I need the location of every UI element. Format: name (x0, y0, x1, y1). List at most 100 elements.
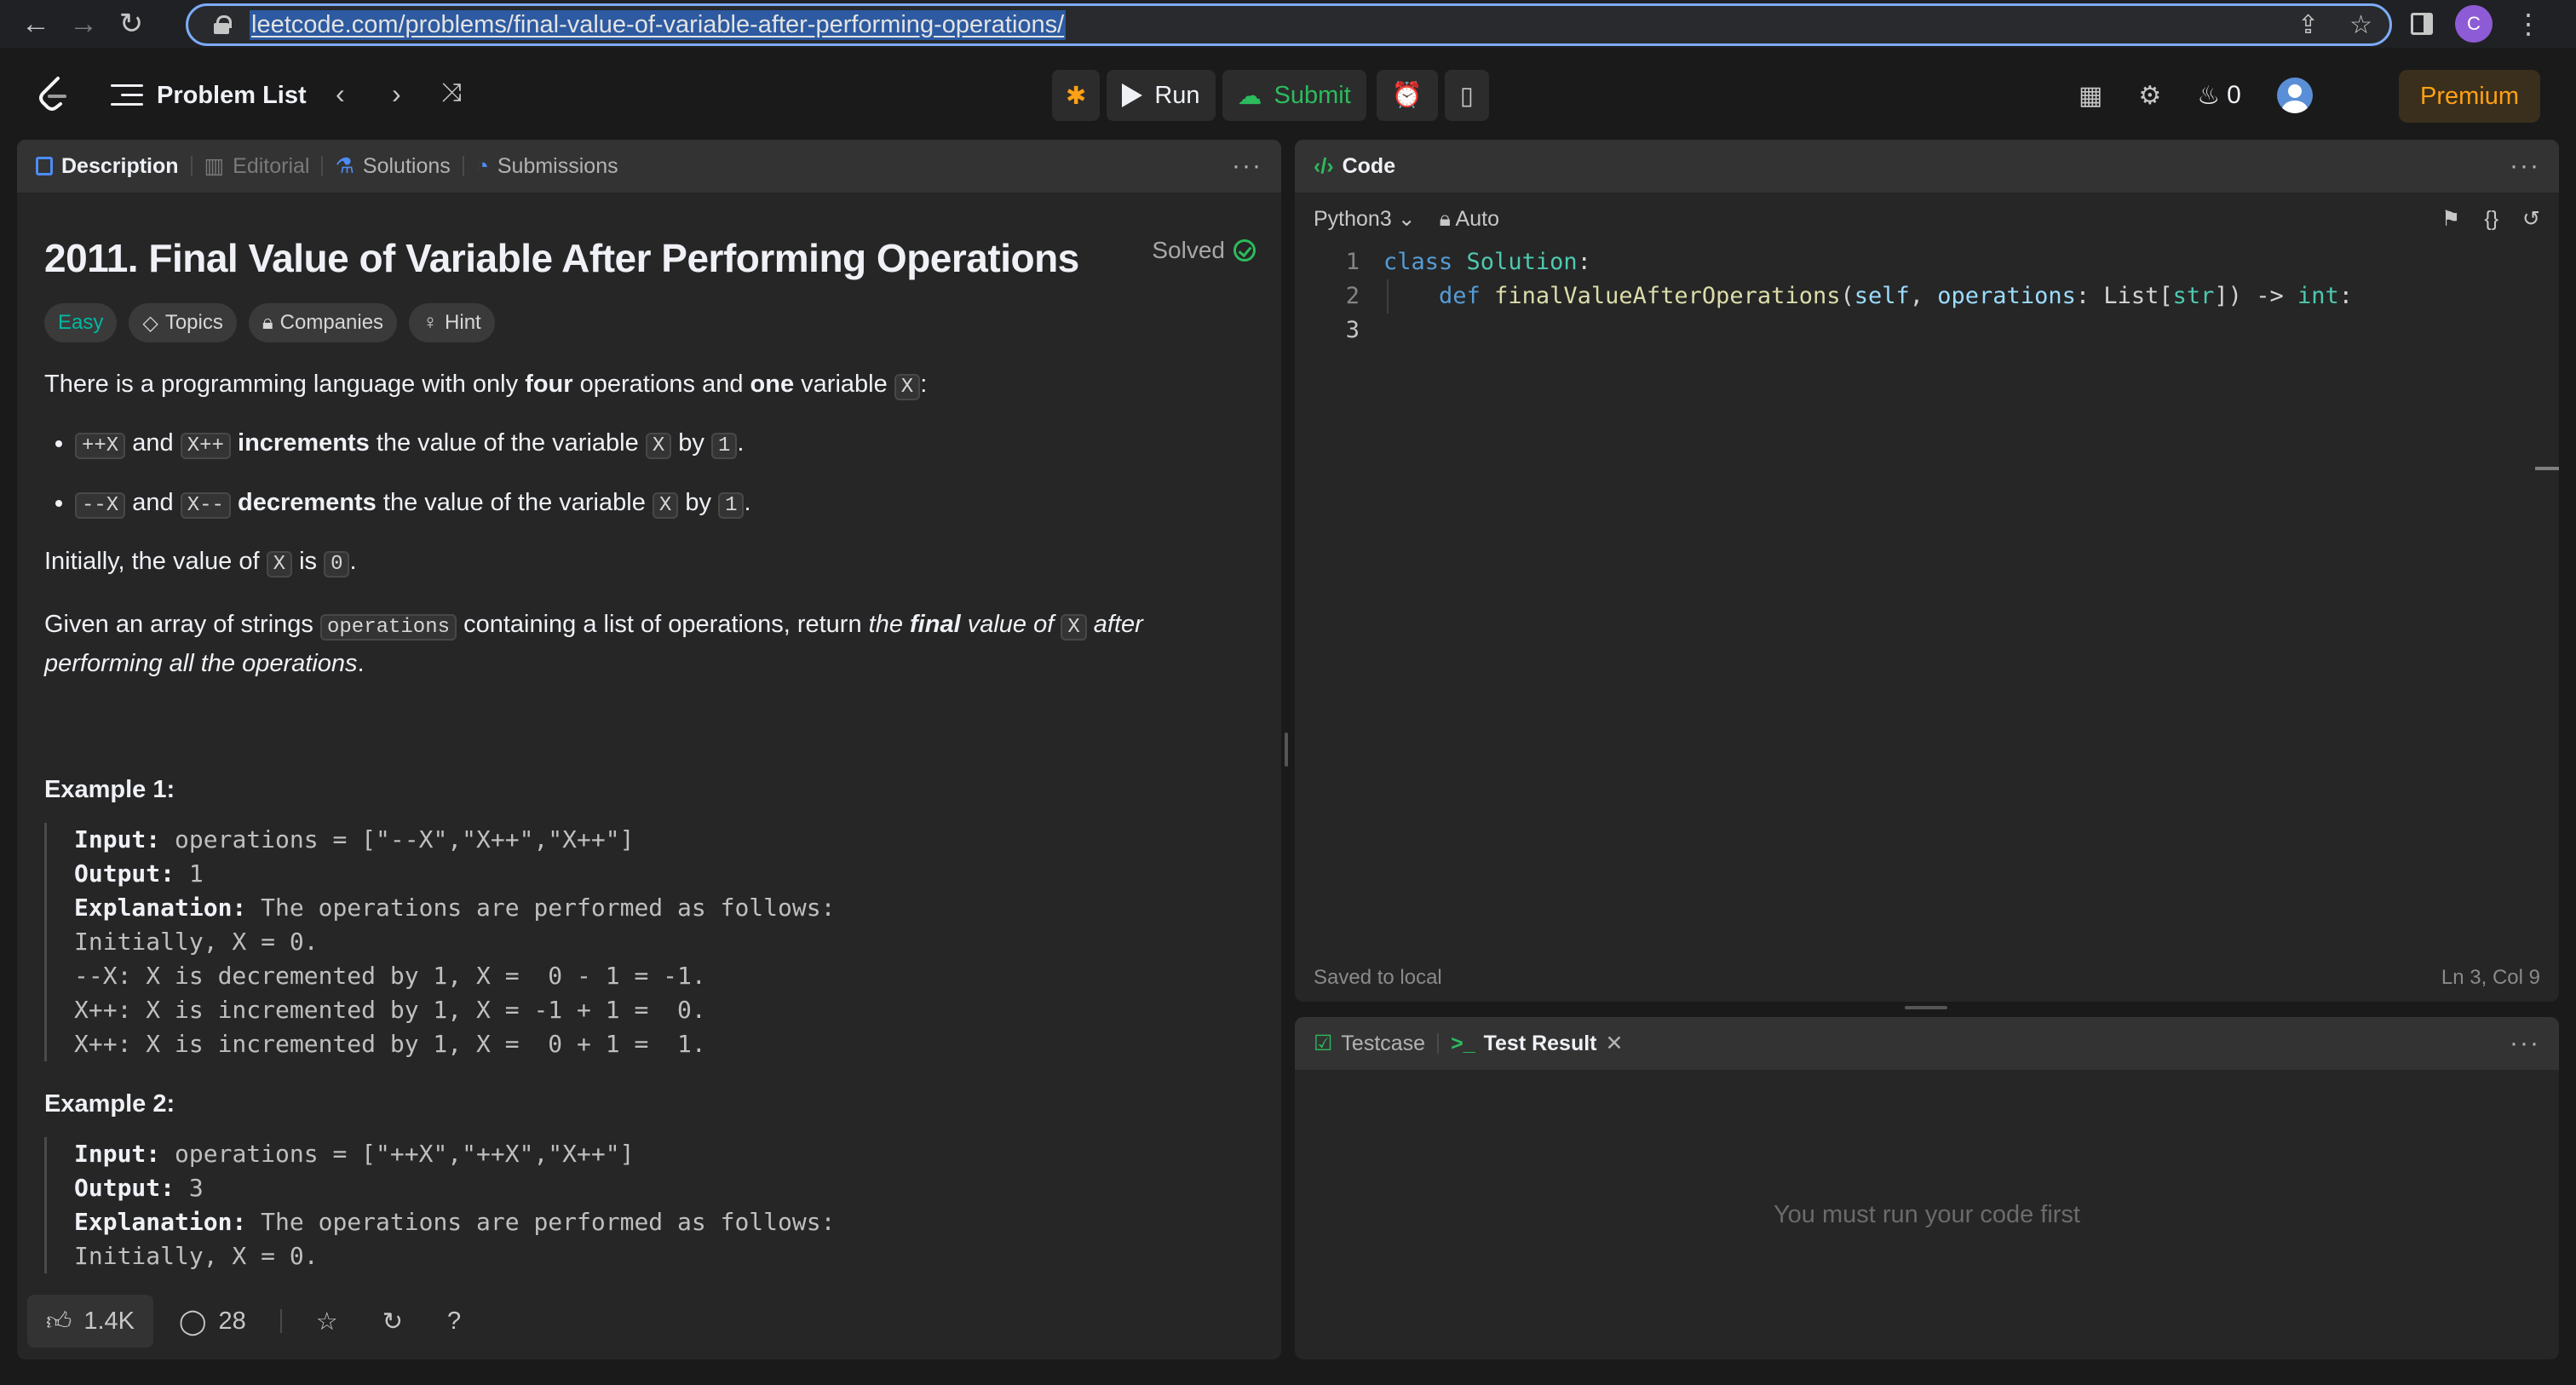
code-panel-header: ‹/› Code ··· (1295, 140, 2559, 193)
close-icon[interactable]: ✕ (1606, 1031, 1624, 1056)
topics-label: Topics (164, 311, 223, 334)
checkbox-icon: ☑ (1314, 1032, 1333, 1055)
bookmark-icon[interactable]: ⚑ (2441, 206, 2460, 232)
difficulty-badge: Easy (44, 303, 118, 342)
format-braces-icon[interactable]: {} (2484, 207, 2498, 232)
task-paragraph: Given an array of strings operations con… (44, 611, 1143, 677)
back-icon[interactable]: ← (12, 0, 60, 48)
lock-icon (214, 15, 232, 34)
empty-message: You must run your code first (1774, 1200, 2080, 1228)
problem-content: 2011. Final Value of Variable After Perf… (17, 193, 1281, 1283)
debug-button[interactable]: ✱ (1052, 70, 1101, 121)
tab-code-label: Code (1342, 153, 1396, 178)
url-text[interactable]: leetcode.com/problems/final-value-of-var… (250, 9, 1067, 40)
tab-description[interactable]: Description (36, 154, 179, 179)
cursor-position: Ln 3, Col 9 (2441, 966, 2540, 989)
example-1-title: Example 1: (44, 776, 175, 803)
timer-button[interactable]: ⏰ (1376, 70, 1438, 121)
solved-status: Solved (1152, 237, 1256, 264)
auto-mode[interactable]: 🔒︎ Auto (1440, 207, 1499, 232)
reload-icon[interactable]: ↻ (107, 0, 155, 48)
forward-icon[interactable]: → (60, 0, 107, 48)
code-editor[interactable]: 1 2 3 class Solution: def finalValueAfte… (1295, 245, 2559, 954)
settings-gear-icon[interactable]: ⚙ (2138, 81, 2161, 111)
like-count: 1.4K (83, 1307, 135, 1335)
description-footer: 👍︎ 1.4K ◯ 28 ☆ ↻ ? (17, 1283, 1281, 1359)
run-button[interactable]: Run (1107, 70, 1216, 121)
comments-button[interactable]: ◯ 28 (160, 1295, 265, 1348)
description-panel: Description ▥ Editorial ⚗ Solutions ◔ Su… (17, 140, 1281, 1359)
leetcode-logo[interactable] (34, 75, 73, 114)
code-line: def finalValueAfterOperations(self, oper… (1439, 283, 2354, 309)
problem-list-label: Problem List (157, 81, 307, 109)
tab-description-label: Description (61, 153, 179, 178)
check-circle-icon (1233, 239, 1256, 261)
tab-solutions[interactable]: ⚗ Solutions (335, 153, 450, 179)
terminal-icon: >_ (1451, 1031, 1475, 1055)
premium-button[interactable]: Premium (2399, 70, 2540, 123)
tab-editorial[interactable]: ▥ Editorial (204, 153, 310, 179)
tab-code[interactable]: ‹/› Code (1314, 154, 1395, 179)
tab-test-result[interactable]: >_ Test Result ✕ (1451, 1031, 1623, 1056)
submit-label: Submit (1274, 81, 1351, 109)
problem-list-button[interactable]: Problem List (111, 78, 307, 112)
profile-avatar[interactable]: C (2455, 5, 2493, 43)
footer-divider (279, 1309, 282, 1333)
lock-icon: 🔒︎ (1439, 206, 1451, 231)
side-panel-icon[interactable] (2411, 13, 2433, 35)
tab-submissions[interactable]: ◔ Submissions (476, 154, 618, 179)
run-label: Run (1154, 81, 1200, 109)
list-icon (111, 83, 143, 108)
browser-menu-icon[interactable]: ⋮ (2515, 10, 2542, 37)
streak-counter[interactable]: ♨ 0 (2197, 81, 2241, 111)
line-number: 2 (1345, 283, 1360, 309)
bookmark-star-icon[interactable]: ☆ (2349, 10, 2372, 40)
notes-button[interactable]: ▯ (1444, 70, 1489, 121)
topics-tag[interactable]: ◇ Topics (129, 303, 237, 342)
favorite-button[interactable]: ☆ (297, 1295, 357, 1348)
description-tabs: Description ▥ Editorial ⚗ Solutions ◔ Su… (17, 140, 1281, 193)
prev-problem-icon[interactable]: ‹ (336, 78, 345, 110)
panel-menu-icon[interactable]: ··· (1232, 152, 1262, 181)
vertical-resize-handle[interactable] (1285, 733, 1288, 767)
example-2-block: Input: operations = ["++X","++X","X++"] … (44, 1137, 1254, 1273)
question-icon: ? (447, 1307, 462, 1335)
like-button[interactable]: 👍︎ 1.4K (27, 1295, 153, 1348)
scrollbar-thumb[interactable] (2535, 467, 2559, 470)
horizontal-resize-handle[interactable] (1905, 1006, 1947, 1009)
panel-menu-icon[interactable]: ··· (2510, 152, 2540, 181)
hint-label: Hint (445, 311, 481, 334)
tab-test-result-label: Test Result (1483, 1031, 1597, 1055)
submit-button[interactable]: ☁ Submit (1222, 70, 1366, 121)
problem-tags: Easy ◇ Topics 🔒︎ Companies ♀ Hint (44, 303, 1254, 342)
comment-count: 28 (218, 1307, 246, 1335)
example-2-title: Example 2: (44, 1090, 175, 1118)
help-button[interactable]: ? (428, 1295, 480, 1348)
user-avatar[interactable] (2276, 78, 2313, 113)
reset-icon[interactable]: ↺ (2522, 206, 2540, 232)
tab-solutions-label: Solutions (362, 153, 451, 178)
share-button[interactable]: ↻ (364, 1295, 422, 1348)
code-brackets-icon: ‹/› (1314, 153, 1334, 178)
thumbs-up-icon: 👍︎ (46, 1307, 72, 1336)
shuffle-icon[interactable]: ⤨ (441, 78, 462, 107)
save-status: Saved to local (1314, 966, 1442, 989)
editor-status-bar: Saved to local Ln 3, Col 9 (1295, 954, 2559, 1002)
problem-title: 2011. Final Value of Variable After Perf… (44, 236, 1079, 280)
test-result-empty: You must run your code first (1295, 1070, 2559, 1359)
companies-tag[interactable]: 🔒︎ Companies (248, 303, 398, 342)
hint-tag[interactable]: ♀ Hint (409, 303, 495, 342)
address-bar[interactable]: leetcode.com/problems/final-value-of-var… (186, 3, 2392, 46)
next-problem-icon[interactable]: › (392, 78, 401, 110)
book-icon: ▥ (204, 154, 225, 178)
tab-testcase[interactable]: ☑ Testcase (1314, 1031, 1425, 1056)
panel-menu-icon[interactable]: ··· (2510, 1029, 2540, 1058)
flask-icon: ⚗ (335, 154, 354, 178)
initial-value-paragraph: Initially, the value of X is 0. (44, 548, 357, 578)
example-1-block: Input: operations = ["--X","X++","X++"] … (44, 823, 1254, 1061)
language-select[interactable]: Python3 ⌄ (1314, 206, 1416, 232)
layout-icon[interactable]: ▦ (2079, 81, 2102, 111)
share-icon[interactable]: ⇪ (2297, 10, 2319, 40)
note-icon: ▯ (1459, 82, 1474, 110)
bug-icon: ✱ (1066, 82, 1087, 110)
